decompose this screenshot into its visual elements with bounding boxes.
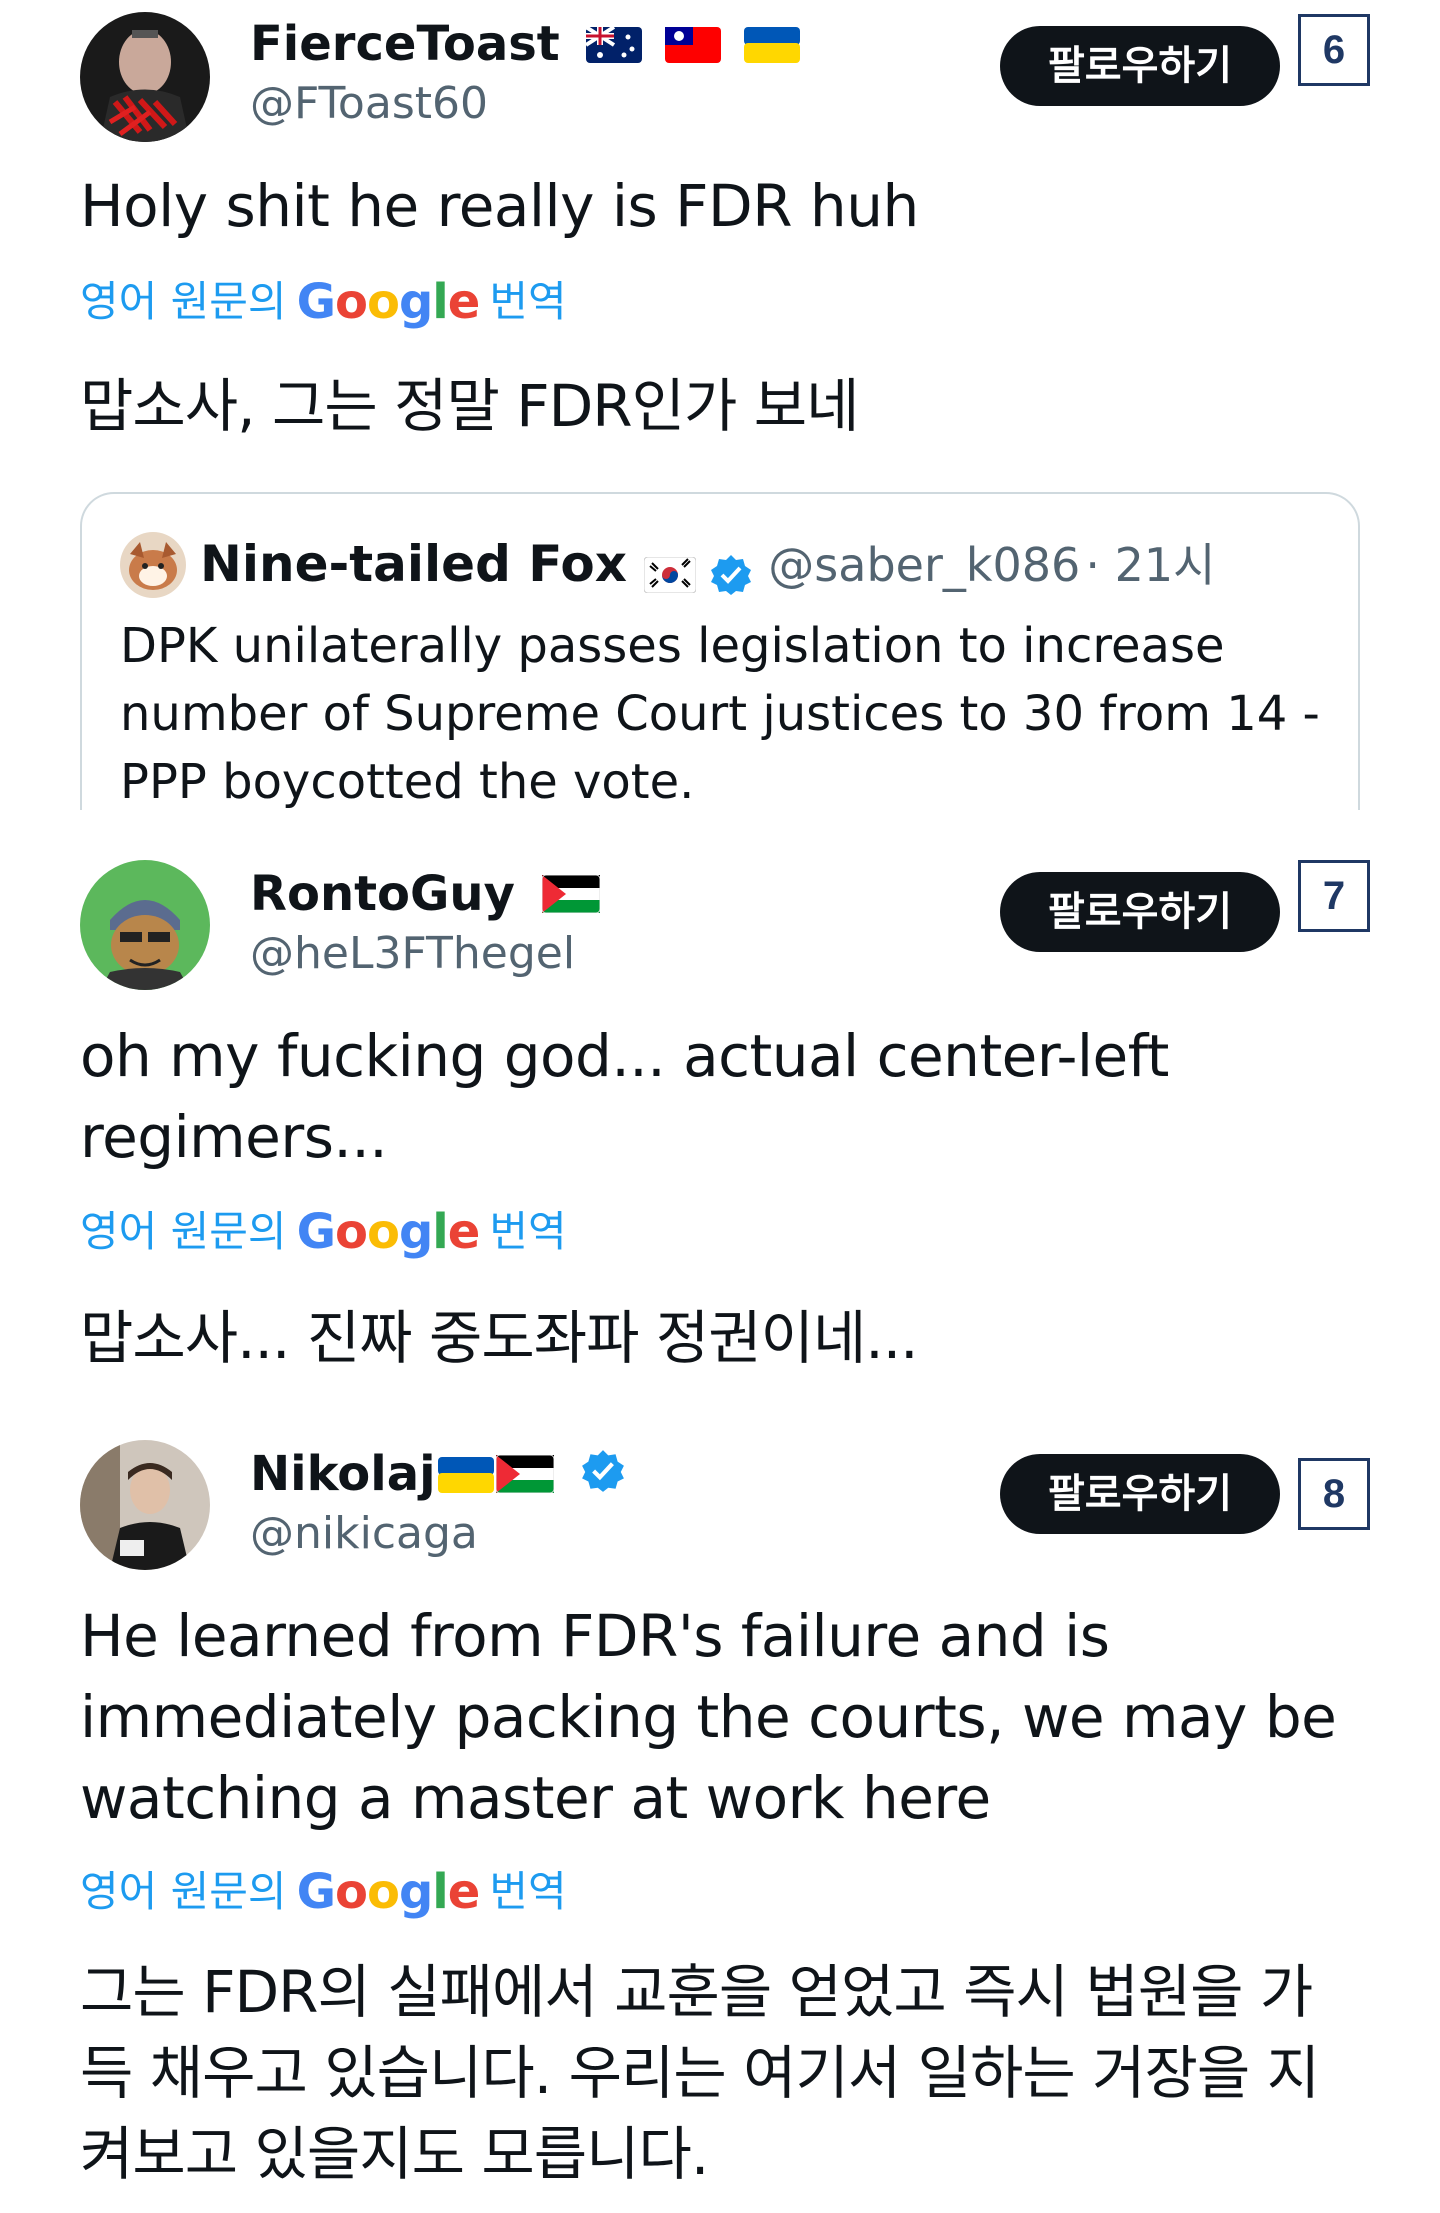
ukraine-flag <box>743 19 800 75</box>
user-handle[interactable]: @FToast60 <box>250 78 488 130</box>
tweet-text: oh my fucking god... actual center-left … <box>80 1022 1169 1171</box>
quoted-header: Nine-tailed Fox @saber_k086 · 21시 <box>200 534 1216 601</box>
translation-label[interactable]: 영어 원문의 Google 번역 <box>80 1206 567 1258</box>
follow-button[interactable]: 팔로우하기 <box>1000 872 1280 952</box>
user-handle[interactable]: @heL3FThegel <box>250 928 575 980</box>
quoted-tweet[interactable]: Nine-tailed Fox @saber_k086 · 21시 DPK un… <box>80 492 1360 810</box>
user-name[interactable]: RontoGuy <box>250 866 515 922</box>
google-logo: Google <box>296 1864 481 1920</box>
translation-label[interactable]: 영어 원문의 Google 번역 <box>80 276 567 328</box>
translate-suffix: 번역 <box>489 1207 567 1256</box>
rontoguy-avatar[interactable] <box>80 860 210 990</box>
translate-prefix: 영어 원문의 <box>80 1207 287 1256</box>
translate-suffix: 번역 <box>489 1867 567 1916</box>
australia-flag <box>585 19 643 75</box>
translate-suffix: 번역 <box>489 277 567 326</box>
user-name[interactable]: Nikolaj <box>250 1446 436 1502</box>
quoted-text: DPK unilaterally passes legislation to i… <box>120 618 1320 810</box>
follow-button[interactable]: 팔로우하기 <box>1000 26 1280 106</box>
user-name[interactable]: FierceToast <box>250 16 560 72</box>
annotation-number-badge: 6 <box>1298 14 1370 86</box>
translated-text: 맙소사... 진짜 중도좌파 정권이네... <box>80 1304 919 1372</box>
palestine-flag <box>541 869 601 925</box>
south-korea-flag <box>643 556 697 597</box>
quoted-time[interactable]: · 21시 <box>1085 538 1215 592</box>
user-name-row: RontoGuy <box>250 866 601 925</box>
translated-text: 맙소사, 그는 정말 FDR인가 보네 <box>80 372 859 440</box>
user-name-row: FierceToast <box>250 16 800 75</box>
translate-prefix: 영어 원문의 <box>80 1867 287 1916</box>
translate-prefix: 영어 원문의 <box>80 277 287 326</box>
google-logo: Google <box>296 1204 481 1260</box>
verified-badge-icon <box>580 1448 626 1506</box>
fiercetoast-avatar[interactable] <box>80 12 210 142</box>
palestine-flag <box>495 1449 555 1505</box>
translated-text: 그는 FDR의 실패에서 교훈을 얻었고 즉시 법원을 가득 채우고 있습니다.… <box>80 1958 1320 2188</box>
translation-label[interactable]: 영어 원문의 Google 번역 <box>80 1866 567 1918</box>
verified-badge-icon <box>709 553 753 601</box>
annotation-number-badge: 8 <box>1298 1458 1370 1530</box>
tweet-text: He learned from FDR's failure and is imm… <box>80 1602 1337 1832</box>
nikolaj-avatar[interactable] <box>80 1440 210 1570</box>
follow-button[interactable]: 팔로우하기 <box>1000 1454 1280 1534</box>
user-name-row: Nikolaj <box>250 1446 626 1506</box>
taiwan-flag <box>665 19 722 75</box>
annotation-number-badge: 7 <box>1298 860 1370 932</box>
quoted-user-handle[interactable]: @saber_k086 <box>768 538 1080 592</box>
ukraine-flag <box>437 1449 494 1505</box>
quoted-user-name[interactable]: Nine-tailed Fox <box>200 535 627 593</box>
google-logo: Google <box>296 274 481 330</box>
user-handle[interactable]: @nikicaga <box>250 1508 478 1560</box>
nine-tailed-fox-avatar <box>120 532 186 598</box>
tweet-text: Holy shit he really is FDR huh <box>80 172 919 240</box>
